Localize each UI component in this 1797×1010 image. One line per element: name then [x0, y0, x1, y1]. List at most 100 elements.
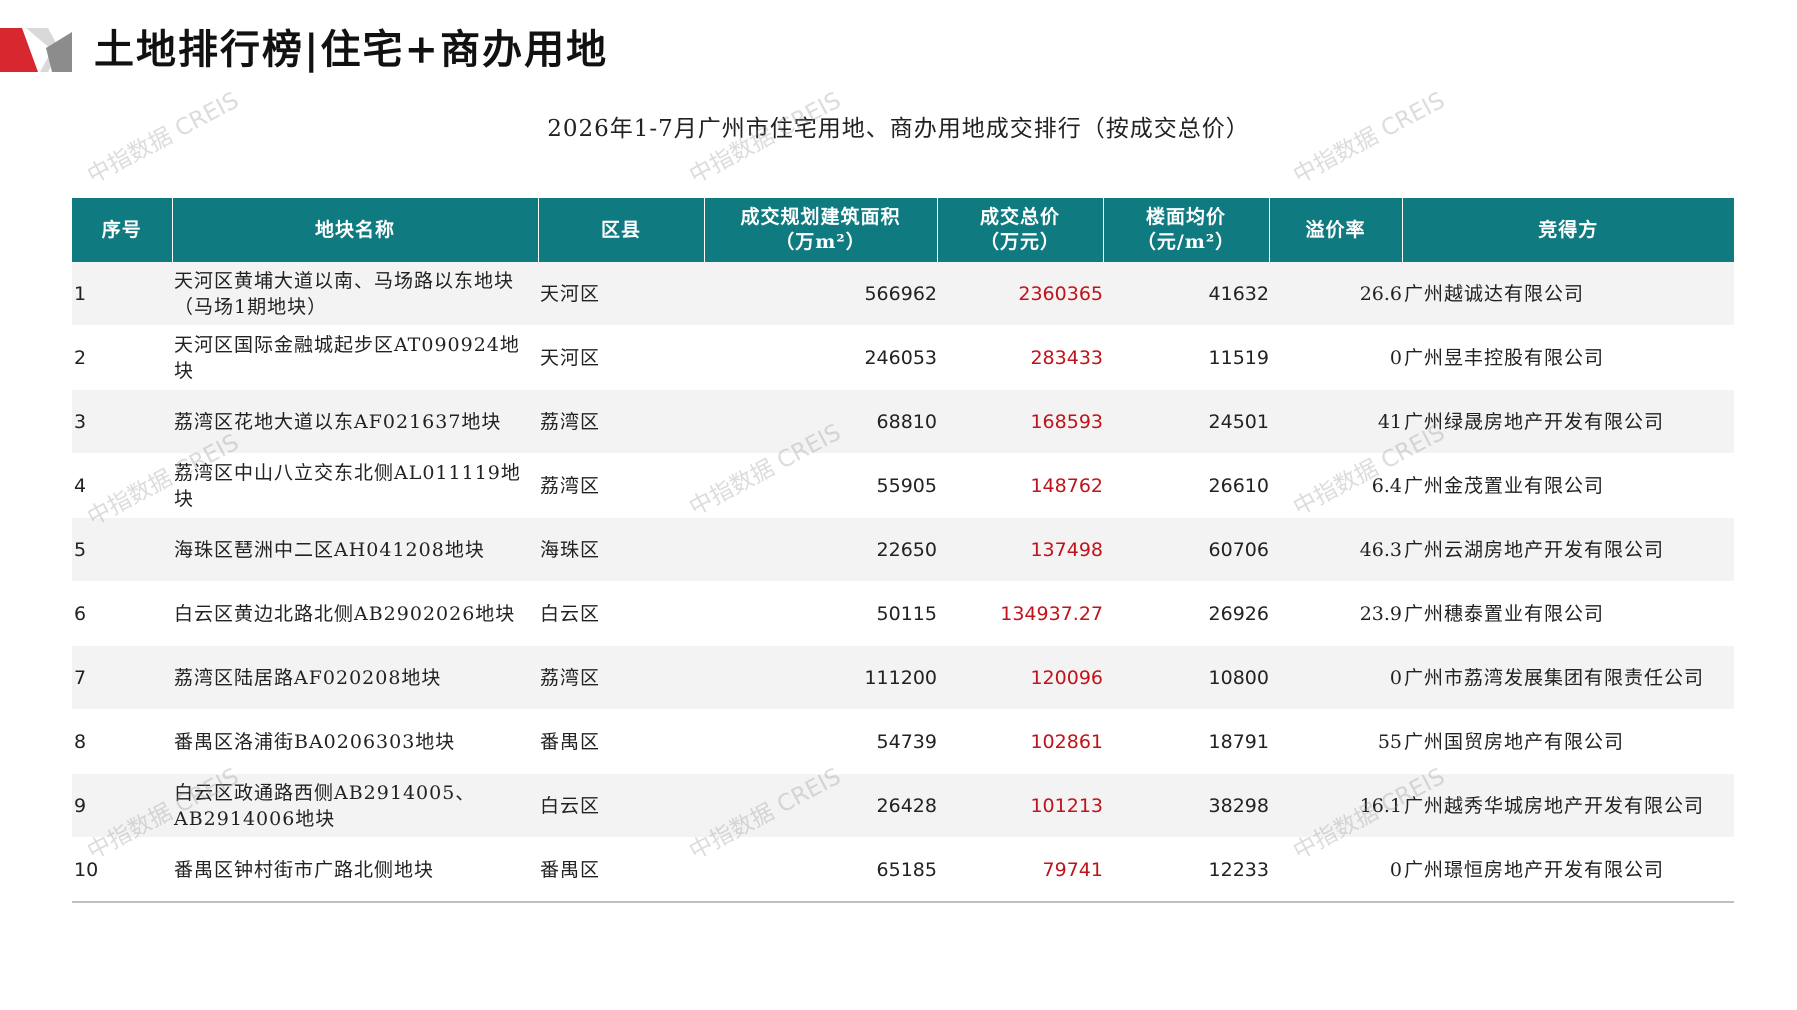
row-rank: 5 — [72, 517, 172, 582]
row-unit-price: 60706 — [1103, 517, 1269, 582]
row-rank: 9 — [72, 773, 172, 838]
row-district: 白云区 — [538, 581, 704, 646]
row-district: 天河区 — [538, 325, 704, 390]
row-total-price: 148762 — [937, 453, 1103, 518]
row-unit-price: 18791 — [1103, 709, 1269, 774]
column-header-plot-name: 地块名称 — [172, 198, 539, 262]
table-row: 9 白云区政通路西侧AB2914005、AB2914006地块 白云区 26428 10… — [72, 773, 1734, 838]
row-unit-price: 11519 — [1103, 325, 1269, 390]
row-unit-price: 26926 — [1103, 581, 1269, 646]
row-winner: 广州云湖房地产开发有限公司 — [1402, 517, 1734, 582]
brand-logo-icon — [0, 28, 72, 72]
row-rank: 1 — [72, 262, 172, 326]
row-floor-area: 65185 — [704, 837, 937, 903]
row-district: 番禺区 — [538, 837, 704, 903]
row-rank: 10 — [72, 837, 172, 903]
column-header-unit-price: 楼面均价 （元/m²） — [1103, 198, 1270, 262]
row-district: 荔湾区 — [538, 453, 704, 518]
row-unit-price: 26610 — [1103, 453, 1269, 518]
row-total-price: 134937.27 — [937, 581, 1103, 646]
row-winner: 广州越秀华城房地产开发有限公司 — [1402, 773, 1734, 838]
table-row: 6 白云区黄边北路北侧AB2902026地块 白云区 50115 134937.27 26… — [72, 581, 1734, 646]
column-header-rank: 序号 — [72, 198, 173, 262]
row-floor-area: 246053 — [704, 325, 937, 390]
table-header-row: 序号 地块名称 区县 成交规划建筑面积 （万m²） 成交总价 （万元） 楼面均价 （元… — [72, 198, 1734, 262]
row-total-price: 283433 — [937, 325, 1103, 390]
row-unit-price: 12233 — [1103, 837, 1269, 903]
row-unit-price: 24501 — [1103, 389, 1269, 454]
row-floor-area: 566962 — [704, 262, 937, 326]
row-premium-rate: 16.1 — [1269, 773, 1402, 838]
row-plot-name: 番禺区洛浦街BA0206303地块 — [172, 709, 538, 774]
row-winner: 广州昱丰控股有限公司 — [1402, 325, 1734, 390]
row-floor-area: 22650 — [704, 517, 937, 582]
row-premium-rate: 55 — [1269, 709, 1402, 774]
row-floor-area: 50115 — [704, 581, 937, 646]
table-row: 4 荔湾区中山八立交东北侧AL011119地块 荔湾区 55905 148762 2661… — [72, 453, 1734, 518]
row-total-price: 2360365 — [937, 262, 1103, 326]
row-winner: 广州绿晟房地产开发有限公司 — [1402, 389, 1734, 454]
table-row: 3 荔湾区花地大道以东AF021637地块 荔湾区 68810 168593 24501 4… — [72, 389, 1734, 454]
row-unit-price: 41632 — [1103, 262, 1269, 326]
row-total-price: 102861 — [937, 709, 1103, 774]
row-total-price: 168593 — [937, 389, 1103, 454]
row-plot-name: 白云区政通路西侧AB2914005、AB2914006地块 — [172, 773, 538, 838]
row-plot-name: 天河区黄埔大道以南、马场路以东地块（马场1期地块） — [172, 262, 538, 326]
row-winner: 广州国贸房地产有限公司 — [1402, 709, 1734, 774]
table-row: 2 天河区国际金融城起步区AT090924地块 天河区 246053 283433 115… — [72, 325, 1734, 390]
row-premium-rate: 0 — [1269, 325, 1402, 390]
row-premium-rate: 41 — [1269, 389, 1402, 454]
column-header-winner: 竞得方 — [1402, 198, 1734, 262]
row-winner: 广州越诚达有限公司 — [1402, 262, 1734, 326]
row-floor-area: 54739 — [704, 709, 937, 774]
row-plot-name: 海珠区琶洲中二区AH041208地块 — [172, 517, 538, 582]
row-premium-rate: 46.3 — [1269, 517, 1402, 582]
table-row: 5 海珠区琶洲中二区AH041208地块 海珠区 22650 137498 60706 46… — [72, 517, 1734, 582]
row-floor-area: 55905 — [704, 453, 937, 518]
column-header-floor-area: 成交规划建筑面积 （万m²） — [704, 198, 938, 262]
column-header-district: 区县 — [538, 198, 705, 262]
row-total-price: 120096 — [937, 645, 1103, 710]
row-plot-name: 白云区黄边北路北侧AB2902026地块 — [172, 581, 538, 646]
row-plot-name: 荔湾区花地大道以东AF021637地块 — [172, 389, 538, 454]
column-header-total-price: 成交总价 （万元） — [937, 198, 1104, 262]
row-rank: 7 — [72, 645, 172, 710]
row-unit-price: 10800 — [1103, 645, 1269, 710]
row-district: 白云区 — [538, 773, 704, 838]
row-total-price: 79741 — [937, 837, 1103, 903]
row-premium-rate: 0 — [1269, 645, 1402, 710]
row-rank: 8 — [72, 709, 172, 774]
row-plot-name: 天河区国际金融城起步区AT090924地块 — [172, 325, 538, 390]
row-winner: 广州穗泰置业有限公司 — [1402, 581, 1734, 646]
column-header-premium-rate: 溢价率 — [1269, 198, 1403, 262]
row-rank: 4 — [72, 453, 172, 518]
row-winner: 广州金茂置业有限公司 — [1402, 453, 1734, 518]
row-plot-name: 荔湾区陆居路AF020208地块 — [172, 645, 538, 710]
row-floor-area: 111200 — [704, 645, 937, 710]
page-title: 土地排行榜|住宅+商办用地 — [94, 26, 609, 73]
row-premium-rate: 23.9 — [1269, 581, 1402, 646]
row-rank: 6 — [72, 581, 172, 646]
row-rank: 2 — [72, 325, 172, 390]
row-total-price: 101213 — [937, 773, 1103, 838]
row-district: 荔湾区 — [538, 389, 704, 454]
row-floor-area: 68810 — [704, 389, 937, 454]
table-row: 1 天河区黄埔大道以南、马场路以东地块（马场1期地块） 天河区 566962 23603… — [72, 262, 1734, 326]
row-unit-price: 38298 — [1103, 773, 1269, 838]
row-plot-name: 荔湾区中山八立交东北侧AL011119地块 — [172, 453, 538, 518]
row-premium-rate: 26.6 — [1269, 262, 1402, 326]
table-row: 7 荔湾区陆居路AF020208地块 荔湾区 111200 120096 10800 0 广州… — [72, 645, 1734, 710]
row-winner: 广州璟恒房地产开发有限公司 — [1402, 837, 1734, 903]
row-premium-rate: 0 — [1269, 837, 1402, 903]
row-district: 天河区 — [538, 262, 704, 326]
row-winner: 广州市荔湾发展集团有限责任公司 — [1402, 645, 1734, 710]
table-caption: 2026年1-7月广州市住宅用地、商办用地成交排行（按成交总价） — [547, 116, 1250, 142]
land-ranking-table: 序号 地块名称 区县 成交规划建筑面积 （万m²） 成交总价 （万元） 楼面均价 （元… — [72, 198, 1734, 903]
row-floor-area: 26428 — [704, 773, 937, 838]
row-district: 海珠区 — [538, 517, 704, 582]
table-row: 8 番禺区洛浦街BA0206303地块 番禺区 54739 102861 18791 55 广… — [72, 709, 1734, 774]
row-district: 荔湾区 — [538, 645, 704, 710]
row-rank: 3 — [72, 389, 172, 454]
row-total-price: 137498 — [937, 517, 1103, 582]
row-district: 番禺区 — [538, 709, 704, 774]
